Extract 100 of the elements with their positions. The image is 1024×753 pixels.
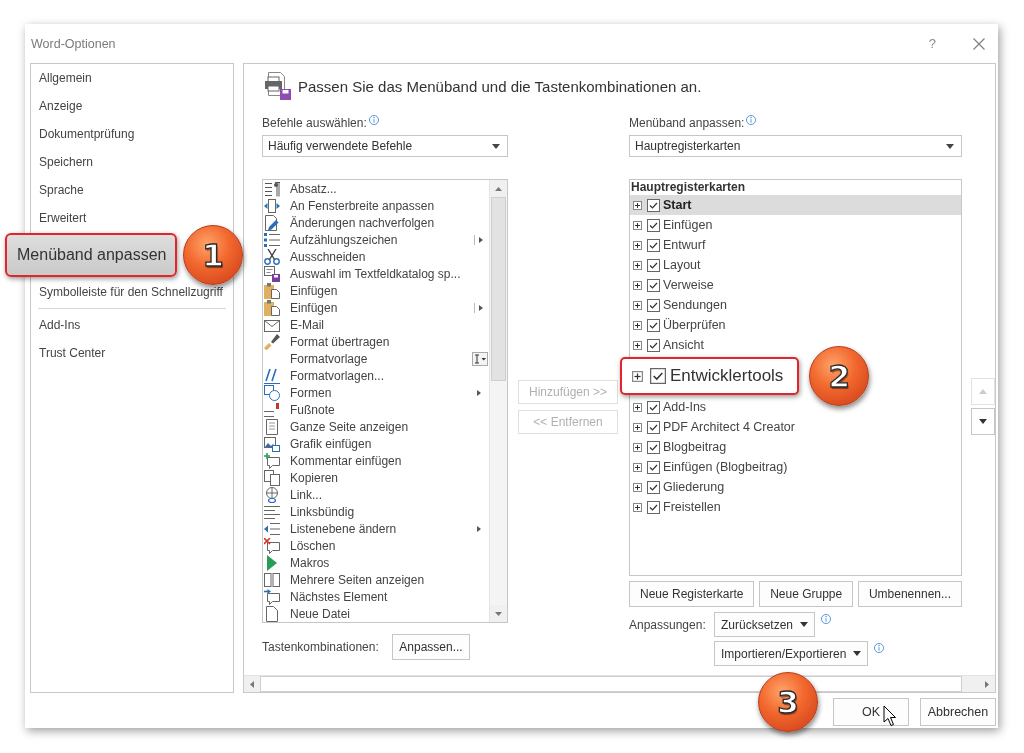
command-item[interactable]: Absatz... (263, 180, 489, 197)
field-label: Menüband anpassen: (629, 116, 745, 130)
submenu-arrow-icon (477, 389, 481, 396)
sidebar-item[interactable]: Menüband anpassen (5, 233, 177, 277)
command-item[interactable]: E-Mail (263, 316, 489, 333)
scrollbar-thumb[interactable] (491, 197, 506, 381)
sidebar-item[interactable]: Speichern (31, 148, 233, 176)
plus-box-icon[interactable] (633, 220, 642, 230)
tree-item[interactable]: Start (630, 195, 961, 215)
tree-item[interactable]: PDF Architect 4 Creator (630, 417, 961, 437)
plus-box-icon[interactable] (633, 280, 642, 290)
tree-item[interactable]: Blogbeitrag (630, 437, 961, 457)
command-item[interactable]: Fußnote (263, 401, 489, 418)
command-item[interactable]: Formen (263, 384, 489, 401)
plus-box-icon[interactable] (633, 422, 642, 432)
tree-item[interactable]: Überprüfen (630, 315, 961, 335)
scroll-up-button[interactable] (490, 180, 507, 197)
ribbon-button[interactable]: Neue Gruppe (759, 581, 854, 607)
tree-item[interactable]: Einfügen (Blogbeitrag) (630, 457, 961, 477)
sidebar-item[interactable]: Dokumentprüfung (31, 120, 233, 148)
checkbox[interactable] (647, 480, 660, 494)
checkbox[interactable] (647, 298, 660, 312)
menu-button[interactable]: Importieren/Exportieren (714, 641, 869, 666)
checkbox[interactable] (650, 368, 666, 384)
plus-box-icon[interactable] (633, 502, 642, 512)
command-item[interactable]: Ganze Seite anzeigen (263, 418, 489, 435)
command-item[interactable]: Einfügen (263, 282, 489, 299)
command-item[interactable]: Ausschneiden (263, 248, 489, 265)
plus-box-icon[interactable] (633, 340, 642, 350)
tree-item[interactable]: Entwicklertools (620, 357, 800, 395)
checkbox[interactable] (647, 420, 660, 434)
checkbox[interactable] (647, 460, 660, 474)
command-item[interactable]: Kopieren (263, 469, 489, 486)
command-item[interactable]: Mehrere Seiten anzeigen (263, 571, 489, 588)
plus-box-icon[interactable] (633, 402, 642, 412)
checkbox[interactable] (647, 278, 660, 292)
ribbon-button[interactable]: Umbenennen... (857, 581, 962, 607)
command-item[interactable]: Änderungen nachverfolgen (263, 214, 489, 231)
field-label: Anpassungen: (629, 617, 707, 632)
plus-box-icon[interactable] (633, 442, 642, 452)
tree-item[interactable]: Verweise (630, 275, 961, 295)
plus-box-icon[interactable] (633, 300, 642, 310)
help-button[interactable]: ? (924, 36, 940, 51)
command-item[interactable]: Nächstes Element (263, 588, 489, 605)
command-item[interactable]: Formatvorlage (263, 350, 489, 367)
plus-box-icon[interactable] (633, 260, 642, 270)
sidebar-item[interactable]: Allgemein (31, 64, 233, 92)
sidebar-item[interactable]: Trust Center (31, 339, 233, 367)
plus-box-icon[interactable] (633, 240, 642, 250)
command-item[interactable]: Auswahl im Textfeldkatalog sp... (263, 265, 489, 282)
sidebar-item[interactable]: Anzeige (31, 92, 233, 120)
checkbox[interactable] (647, 440, 660, 454)
tree-item[interactable]: Layout (630, 255, 961, 275)
tree-item[interactable]: Freistellen (630, 497, 961, 517)
plus-box-icon[interactable] (632, 370, 643, 382)
command-item[interactable]: Kommentar einfügen (263, 452, 489, 469)
close-button[interactable] (973, 37, 985, 50)
command-item[interactable]: Listenebene ändern (263, 520, 489, 537)
sidebar-item[interactable]: Add-Ins (31, 311, 233, 339)
menu-button[interactable]: Zurücksetzen (714, 612, 816, 637)
ribbon-dropdown[interactable]: Hauptregisterkarten (629, 135, 962, 157)
document-printer-icon (264, 72, 292, 100)
checkbox[interactable] (647, 318, 660, 332)
command-item[interactable]: Grafik einfügen (263, 435, 489, 452)
customize-button[interactable]: Anpassen... (392, 634, 470, 660)
checkbox[interactable] (647, 400, 660, 414)
plus-box-icon[interactable] (633, 320, 642, 330)
command-item[interactable]: Linksbündig (263, 503, 489, 520)
command-item[interactable]: Löschen (263, 537, 489, 554)
info-icon (874, 642, 885, 653)
checkbox[interactable] (647, 218, 660, 232)
plus-box-icon[interactable] (633, 462, 642, 472)
commands-dropdown[interactable]: Häufig verwendete Befehle (262, 135, 508, 157)
dialog-button[interactable]: OK (833, 698, 909, 726)
scroll-down-button[interactable] (490, 605, 507, 622)
plus-box-icon[interactable] (633, 200, 642, 210)
plus-box-icon[interactable] (633, 482, 642, 492)
move-down-button[interactable] (971, 408, 995, 435)
command-item[interactable]: Aufzählungszeichen (263, 231, 489, 248)
command-item[interactable]: Format übertragen (263, 333, 489, 350)
checkbox[interactable] (647, 198, 660, 212)
footnote-icon (264, 401, 280, 418)
command-item[interactable]: Makros (263, 554, 489, 571)
checkbox[interactable] (647, 338, 660, 352)
tree-item[interactable]: Entwurf (630, 235, 961, 255)
sidebar-item[interactable]: Sprache (31, 176, 233, 204)
checkbox[interactable] (647, 238, 660, 252)
dialog-button[interactable]: Abbrechen (920, 698, 996, 726)
ribbon-button[interactable]: Neue Registerkarte (629, 581, 755, 607)
tree-item[interactable]: Einfügen (630, 215, 961, 235)
command-item[interactable]: Formatvorlagen... (263, 367, 489, 384)
tree-item[interactable]: Sendungen (630, 295, 961, 315)
tree-item[interactable]: Gliederung (630, 477, 961, 497)
checkbox[interactable] (647, 500, 660, 514)
command-item[interactable]: Neue Datei (263, 605, 489, 622)
command-item[interactable]: Link... (263, 486, 489, 503)
field-label: Tastenkombinationen: (262, 640, 380, 654)
command-item[interactable]: An Fensterbreite anpassen (263, 197, 489, 214)
checkbox[interactable] (647, 258, 660, 272)
command-item[interactable]: Einfügen (263, 299, 489, 316)
